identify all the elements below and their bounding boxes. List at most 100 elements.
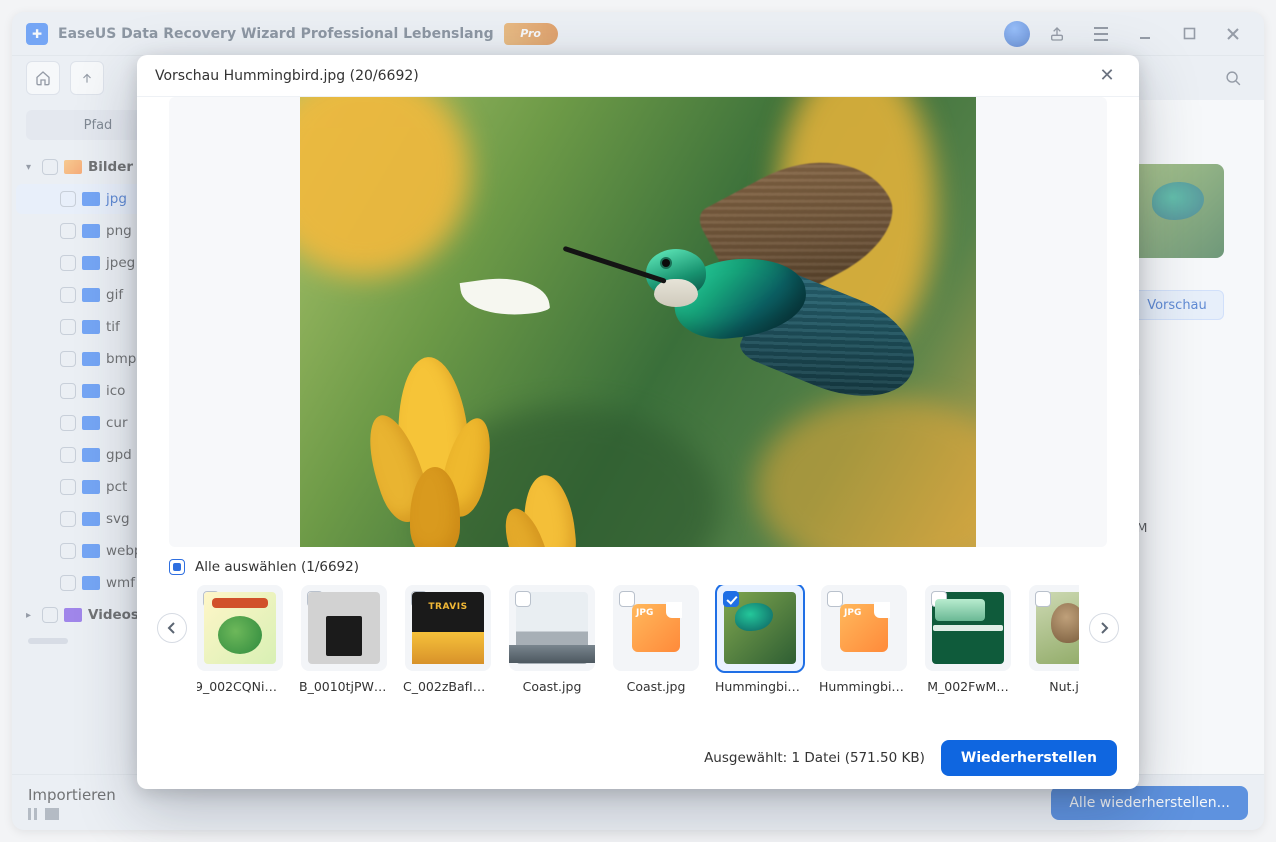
thumb-label: C_002zBafI3… [403, 679, 493, 694]
tree-label: gpd [106, 447, 132, 463]
image-folder-icon [64, 160, 82, 174]
thumb-item[interactable]: 9_002CQNiw… [197, 585, 283, 694]
tree-label: ico [106, 383, 125, 399]
checkbox[interactable] [60, 415, 76, 431]
thumb-item[interactable]: C_002zBafI3… [405, 585, 491, 694]
tree-label: jpg [106, 191, 127, 207]
checkbox[interactable] [60, 223, 76, 239]
modal-footer: Ausgewählt: 1 Datei (571.50 KB) Wiederhe… [137, 727, 1139, 789]
thumb-checkbox[interactable] [1035, 591, 1051, 607]
modal-title: Vorschau Hummingbird.jpg (20/6692) [155, 68, 419, 84]
chevron-right-icon: ▸ [26, 610, 36, 621]
thumb-label: B_0010tjPW3… [299, 679, 389, 694]
checkbox[interactable] [60, 191, 76, 207]
preview-modal: Vorschau Hummingbird.jpg (20/6692) ✕ [137, 55, 1139, 789]
thumb-item[interactable]: Hummingbir… [821, 585, 907, 694]
modal-close-icon[interactable]: ✕ [1093, 62, 1121, 90]
preview-image [300, 97, 976, 547]
chevron-down-icon: ▾ [26, 162, 36, 173]
tree-label: cur [106, 415, 128, 431]
thumb-label: Hummingbir… [819, 679, 909, 694]
tree-label: wmf [106, 575, 135, 591]
thumb-item[interactable]: M_002FwM… [925, 585, 1011, 694]
tree-label: Bilder [88, 159, 133, 175]
thumb-label: Coast.jpg [523, 679, 582, 694]
checkbox[interactable] [60, 447, 76, 463]
folder-icon [82, 480, 100, 494]
thumb-item[interactable]: Nut.jpg [1029, 585, 1079, 694]
menu-icon[interactable] [1084, 17, 1118, 51]
select-all-label: Alle auswählen (1/6692) [195, 559, 359, 575]
checkbox[interactable] [60, 543, 76, 559]
tree-label: bmp [106, 351, 136, 367]
thumb-item[interactable]: B_0010tjPW3… [301, 585, 387, 694]
thumb-item[interactable]: Hummingbir… [717, 585, 803, 694]
video-folder-icon [64, 608, 82, 622]
folder-icon [82, 288, 100, 302]
thumb-label: Coast.jpg [627, 679, 686, 694]
folder-icon [82, 320, 100, 334]
thumb-checkbox[interactable] [515, 591, 531, 607]
folder-icon [82, 384, 100, 398]
checkbox[interactable] [60, 351, 76, 367]
select-all-checkbox[interactable] [169, 559, 185, 575]
maximize-icon[interactable] [1172, 17, 1206, 51]
scrollbar-thumb[interactable] [28, 638, 68, 644]
checkbox[interactable] [60, 575, 76, 591]
strip-next-button[interactable] [1089, 613, 1119, 643]
tree-label: svg [106, 511, 130, 527]
thumb-label: 9_002CQNiw… [197, 679, 285, 694]
search-icon[interactable] [1216, 61, 1250, 95]
select-all-row[interactable]: Alle auswählen (1/6692) [137, 547, 1139, 581]
folder-icon [82, 544, 100, 558]
checkbox[interactable] [60, 255, 76, 271]
folder-icon [82, 192, 100, 206]
home-button[interactable] [26, 61, 60, 95]
close-icon[interactable] [1216, 17, 1250, 51]
tree-label: gif [106, 287, 123, 303]
thumb-checkbox[interactable] [827, 591, 843, 607]
thumb-checkbox[interactable] [619, 591, 635, 607]
folder-icon [82, 416, 100, 430]
tree-label: jpeg [106, 255, 135, 271]
recover-button[interactable]: Wiederherstellen [941, 740, 1117, 776]
selection-status: Ausgewählt: 1 Datei (571.50 KB) [704, 750, 925, 766]
thumbnail-strip: 9_002CQNiw… B_0010tjPW3… C_002zBafI3… Co… [137, 581, 1139, 694]
jpg-icon [840, 604, 888, 652]
thumb-item[interactable]: Coast.jpg [613, 585, 699, 694]
tree-label: png [106, 223, 132, 239]
tree-label: tif [106, 319, 120, 335]
assistant-icon[interactable] [1004, 21, 1030, 47]
thumb-label: Nut.jpg [1049, 679, 1079, 694]
strip-prev-button[interactable] [157, 613, 187, 643]
folder-icon [82, 512, 100, 526]
stop-icon[interactable] [45, 808, 59, 820]
checkbox[interactable] [60, 319, 76, 335]
folder-icon [82, 576, 100, 590]
recover-all-button[interactable]: Alle wiederherstellen... [1051, 786, 1248, 820]
pro-badge: Pro [504, 23, 558, 45]
up-button[interactable] [70, 61, 104, 95]
tree-label: Videos [88, 607, 139, 623]
folder-icon [82, 224, 100, 238]
minimize-icon[interactable] [1128, 17, 1162, 51]
pause-icon[interactable] [28, 808, 37, 820]
app-title: EaseUS Data Recovery Wizard Professional… [58, 26, 494, 42]
share-icon[interactable] [1040, 17, 1074, 51]
folder-icon [82, 352, 100, 366]
thumb-checkbox[interactable] [723, 591, 739, 607]
thumb-label: Hummingbir… [715, 679, 805, 694]
tree-label: pct [106, 479, 127, 495]
checkbox[interactable] [60, 287, 76, 303]
preview-button[interactable]: Vorschau [1130, 290, 1224, 320]
checkbox[interactable] [60, 479, 76, 495]
checkbox[interactable] [42, 159, 58, 175]
thumb-item[interactable]: Coast.jpg [509, 585, 595, 694]
checkbox[interactable] [42, 607, 58, 623]
checkbox[interactable] [60, 383, 76, 399]
app-logo-icon: ✚ [26, 23, 48, 45]
thumb-label: M_002FwM… [927, 679, 1009, 694]
checkbox[interactable] [60, 511, 76, 527]
modal-stage [137, 97, 1139, 547]
titlebar: ✚ EaseUS Data Recovery Wizard Profession… [12, 12, 1264, 56]
